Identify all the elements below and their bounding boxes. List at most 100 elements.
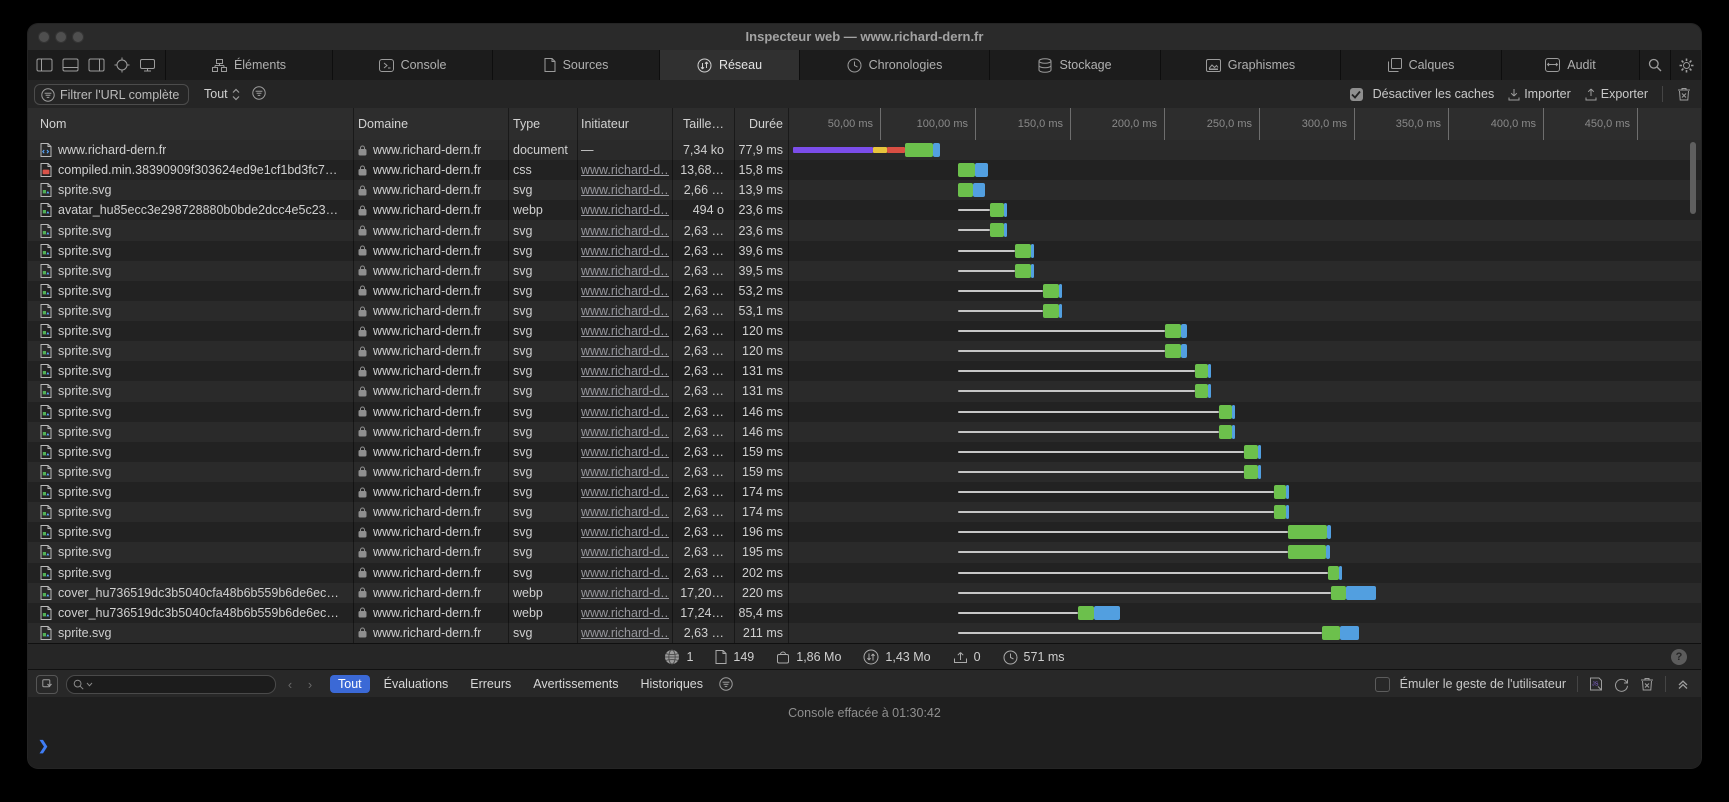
disable-caches-checkbox[interactable]: Désactiver les caches [1350, 87, 1495, 101]
column-header-domaine[interactable]: Domaine [358, 108, 504, 140]
initiator-link[interactable]: www.richard-d… [581, 304, 669, 318]
tab-console[interactable]: Console [332, 50, 492, 80]
column-header-type[interactable]: Type [513, 108, 573, 140]
dock-right-icon[interactable] [88, 58, 105, 72]
console-filter-erreurs[interactable]: Erreurs [462, 675, 519, 693]
table-row[interactable]: sprite.svgwww.richard-dern.frsvgwww.rich… [28, 442, 1701, 462]
console-filter-avertissements[interactable]: Avertissements [525, 675, 626, 693]
table-row[interactable]: sprite.svgwww.richard-dern.frsvgwww.rich… [28, 241, 1701, 261]
table-row[interactable]: sprite.svgwww.richard-dern.frsvgwww.rich… [28, 402, 1701, 422]
table-row[interactable]: cover_hu736519dc3b5040cfa48b6b559b6de6ec… [28, 603, 1701, 623]
initiator-link[interactable]: www.richard-d… [581, 405, 669, 419]
clear-console-button[interactable] [1640, 677, 1654, 691]
console-filter-evaluations[interactable]: Évaluations [376, 675, 457, 693]
table-row[interactable]: www.richard-dern.frwww.richard-dern.frdo… [28, 140, 1701, 160]
initiator-link[interactable]: www.richard-d… [581, 324, 669, 338]
next-result-button[interactable]: › [304, 677, 316, 692]
previous-result-button[interactable]: ‹ [284, 677, 296, 692]
console-filter-historiques[interactable]: Historiques [632, 675, 711, 693]
initiator-link[interactable]: www.richard-d… [581, 384, 669, 398]
dock-left-icon[interactable] [36, 58, 53, 72]
console-filter-button[interactable] [719, 677, 733, 691]
vertical-scrollbar[interactable] [1690, 142, 1696, 214]
initiator-link[interactable]: www.richard-d… [581, 525, 669, 539]
inspect-target-icon[interactable] [114, 57, 130, 73]
initiator-link[interactable]: www.richard-d… [581, 626, 669, 640]
column-separator[interactable] [788, 108, 789, 140]
initiator-link[interactable]: www.richard-d… [581, 485, 669, 499]
table-row[interactable]: sprite.svgwww.richard-dern.frsvgwww.rich… [28, 301, 1701, 321]
table-row[interactable]: sprite.svgwww.richard-dern.frsvgwww.rich… [28, 220, 1701, 240]
initiator-link[interactable]: www.richard-d… [581, 445, 669, 459]
tab-audit[interactable]: Audit [1501, 50, 1639, 80]
expand-console-button[interactable] [1677, 678, 1689, 690]
clear-network-button[interactable] [1677, 87, 1691, 101]
initiator-link[interactable]: www.richard-d… [581, 364, 669, 378]
dock-bottom-icon[interactable] [62, 58, 79, 72]
tab-stockage[interactable]: Stockage [989, 50, 1160, 80]
tab-elements[interactable]: Éléments [165, 50, 332, 80]
console-prompt-area[interactable]: ❯ [28, 730, 1701, 768]
initiator-link[interactable]: www.richard-d… [581, 606, 669, 620]
table-row[interactable]: avatar_hu85ecc3e298728880b0bde2dcc4e5c23… [28, 200, 1701, 220]
table-row[interactable]: sprite.svgwww.richard-dern.frsvgwww.rich… [28, 381, 1701, 401]
show-scripts-button[interactable]: JS [1589, 677, 1603, 691]
initiator-link[interactable]: www.richard-d… [581, 586, 669, 600]
table-row[interactable]: sprite.svgwww.richard-dern.frsvgwww.rich… [28, 542, 1701, 562]
initiator-link[interactable]: www.richard-d… [581, 264, 669, 278]
column-header-nom[interactable]: Nom [40, 108, 340, 140]
table-row[interactable]: sprite.svgwww.richard-dern.frsvgwww.rich… [28, 482, 1701, 502]
initiator-link[interactable]: www.richard-d… [581, 163, 669, 177]
tab-reseau[interactable]: Réseau [659, 50, 799, 80]
tab-graphismes[interactable]: Graphismes [1160, 50, 1340, 80]
tab-chronologies[interactable]: Chronologies [799, 50, 989, 80]
column-separator[interactable] [672, 108, 673, 140]
table-row[interactable]: sprite.svgwww.richard-dern.frsvgwww.rich… [28, 502, 1701, 522]
column-header-dure[interactable]: Durée [728, 108, 783, 140]
console-search-input[interactable] [66, 675, 276, 694]
table-row[interactable]: compiled.min.38390909f303624ed9e1cf1bd3f… [28, 160, 1701, 180]
resource-type-select[interactable]: Tout [204, 84, 240, 104]
column-header-initiateur[interactable]: Initiateur [581, 108, 669, 140]
import-button[interactable]: Importer [1508, 87, 1571, 101]
initiator-link[interactable]: www.richard-d… [581, 344, 669, 358]
initiator-link[interactable]: www.richard-d… [581, 284, 669, 298]
initiator-link[interactable]: www.richard-d… [581, 224, 669, 238]
initiator-link[interactable]: www.richard-d… [581, 244, 669, 258]
table-row[interactable]: sprite.svgwww.richard-dern.frsvgwww.rich… [28, 422, 1701, 442]
table-row[interactable]: sprite.svgwww.richard-dern.frsvgwww.rich… [28, 180, 1701, 200]
export-button[interactable]: Exporter [1585, 87, 1648, 101]
console-filter-tout[interactable]: Tout [330, 675, 370, 693]
column-header-taille[interactable]: Taille… [676, 108, 724, 140]
search-button[interactable] [1639, 50, 1670, 80]
initiator-link[interactable]: www.richard-d… [581, 465, 669, 479]
execution-context-button[interactable] [36, 675, 58, 694]
device-icon[interactable] [139, 58, 156, 72]
url-filter-button[interactable]: Filtrer l'URL complète [34, 84, 189, 105]
column-separator[interactable] [353, 108, 354, 140]
gear-button[interactable] [1670, 50, 1701, 80]
table-row[interactable]: sprite.svgwww.richard-dern.frsvgwww.rich… [28, 563, 1701, 583]
table-row[interactable]: cover_hu736519dc3b5040cfa48b6b559b6de6ec… [28, 583, 1701, 603]
initiator-link[interactable]: www.richard-d… [581, 203, 669, 217]
initiator-link[interactable]: www.richard-d… [581, 505, 669, 519]
table-row[interactable]: sprite.svgwww.richard-dern.frsvgwww.rich… [28, 281, 1701, 301]
table-row[interactable]: sprite.svgwww.richard-dern.frsvgwww.rich… [28, 341, 1701, 361]
table-row[interactable]: sprite.svgwww.richard-dern.frsvgwww.rich… [28, 321, 1701, 341]
table-row[interactable]: sprite.svgwww.richard-dern.frsvgwww.rich… [28, 261, 1701, 281]
column-separator[interactable] [734, 108, 735, 140]
initiator-link[interactable]: www.richard-d… [581, 566, 669, 580]
tab-calques[interactable]: Calques [1340, 50, 1501, 80]
initiator-link[interactable]: www.richard-d… [581, 545, 669, 559]
emulate-user-gesture-checkbox[interactable]: Émuler le geste de l'utilisateur [1375, 677, 1566, 692]
reload-page-button[interactable] [1614, 677, 1629, 692]
column-separator[interactable] [508, 108, 509, 140]
tab-sources[interactable]: Sources [492, 50, 659, 80]
table-row[interactable]: sprite.svgwww.richard-dern.frsvgwww.rich… [28, 361, 1701, 381]
initiator-link[interactable]: www.richard-d… [581, 425, 669, 439]
filter-options-button[interactable] [252, 86, 266, 100]
initiator-link[interactable]: www.richard-d… [581, 183, 669, 197]
help-button[interactable]: ? [1671, 649, 1687, 665]
table-row[interactable]: sprite.svgwww.richard-dern.frsvgwww.rich… [28, 522, 1701, 542]
table-row[interactable]: sprite.svgwww.richard-dern.frsvgwww.rich… [28, 623, 1701, 643]
